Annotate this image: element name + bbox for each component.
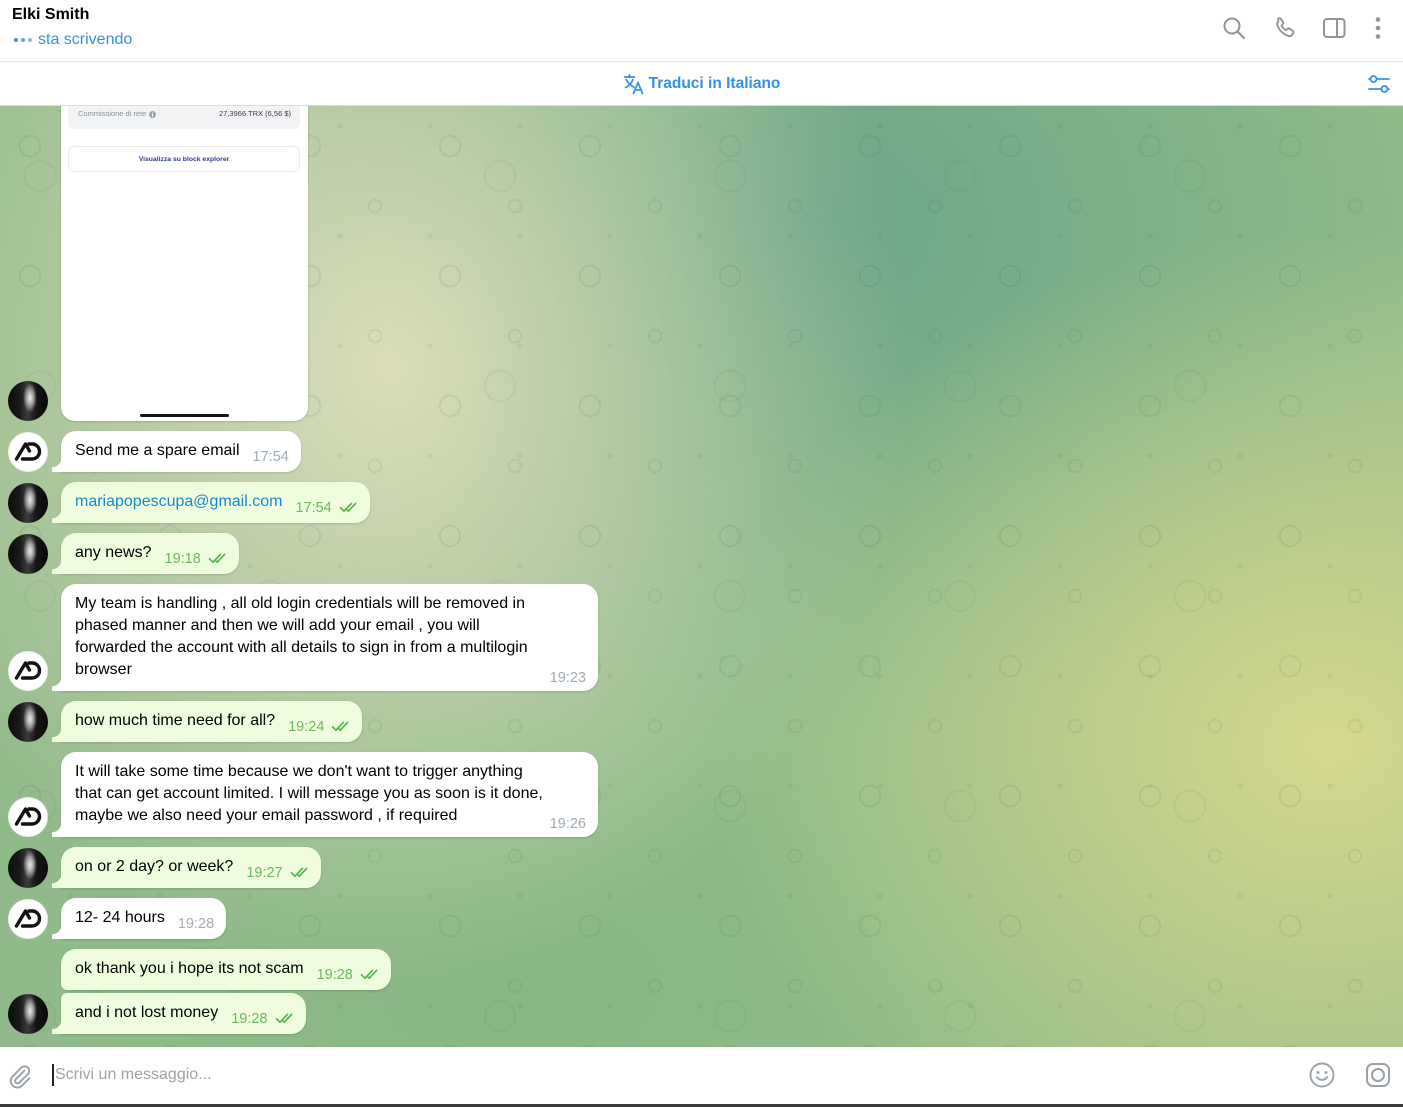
message-text: any news?: [75, 544, 152, 561]
message-row: It will take some time because we don't …: [0, 752, 598, 837]
message-text: Send me a spare email: [75, 442, 240, 459]
message-row: Commissione di rete 27,3966 TRX (6,56 $)…: [0, 106, 308, 421]
chat-history[interactable]: Commissione di rete 27,3966 TRX (6,56 $)…: [0, 106, 1403, 1047]
user-avatar[interactable]: [8, 702, 48, 742]
message-row: mariapopescupa@gmail.com 17:54: [0, 482, 370, 523]
user-avatar[interactable]: [8, 994, 48, 1034]
message-bubble-outgoing[interactable]: ok thank you i hope its not scam 19:28: [61, 949, 391, 990]
message-time: 19:23: [549, 670, 586, 686]
message-time: 19:28: [177, 916, 215, 932]
block-explorer-button: Visualizza su block explorer: [68, 146, 300, 172]
message-text: My team is handling , all old login cred…: [75, 595, 528, 678]
image-message[interactable]: Commissione di rete 27,3966 TRX (6,56 $)…: [61, 106, 308, 421]
message-text: on or 2 day? or week?: [75, 858, 234, 875]
message-bubble-outgoing[interactable]: on or 2 day? or week? 19:27: [52, 847, 321, 888]
user-avatar[interactable]: [8, 483, 48, 523]
chat-title[interactable]: Elki Smith: [12, 5, 89, 25]
search-icon[interactable]: [1220, 14, 1248, 42]
double-check-icon: [339, 502, 357, 513]
sidebar-toggle-icon[interactable]: [1320, 14, 1348, 42]
message-time: 17:54: [295, 500, 332, 516]
message-row: ok thank you i hope its not scam 19:28: [0, 949, 391, 990]
message-meta: 19:27: [246, 865, 312, 881]
message-meta: 17:54: [295, 500, 361, 516]
message-meta: 19:26: [550, 816, 586, 832]
message-row: how much time need for all? 19:24: [0, 701, 363, 742]
ad-logo-icon: [14, 442, 42, 461]
ad-logo-icon: [14, 807, 42, 826]
paperclip-icon[interactable]: [4, 1061, 34, 1091]
message-time: 19:24: [288, 719, 325, 735]
message-row: 12- 24 hours 19:28: [0, 898, 227, 939]
message-time: 19:27: [246, 865, 283, 881]
text-cursor: [52, 1064, 54, 1086]
message-time: 19:18: [164, 551, 201, 567]
ad-logo-icon: [14, 661, 42, 680]
message-time: 17:54: [252, 449, 289, 465]
message-time: 19:26: [549, 816, 586, 832]
message-meta: 19:28: [231, 1011, 297, 1027]
chat-status: sta scrivendo: [12, 30, 132, 50]
message-text: ok thank you i hope its not scam: [75, 960, 304, 977]
message-row: any news? 19:18: [0, 533, 239, 574]
contact-avatar[interactable]: [8, 797, 48, 837]
double-check-icon: [332, 721, 349, 732]
message-text: and i not lost money: [75, 1004, 219, 1021]
message-composer: [0, 1047, 1403, 1104]
message-meta: 19:18: [165, 551, 231, 567]
network-fee-value: 27,3966 TRX (6,56 $): [219, 109, 291, 118]
network-fee-label: Commissione di rete: [78, 109, 147, 118]
double-check-icon: [208, 553, 226, 564]
message-bubble-outgoing[interactable]: mariapopescupa@gmail.com 17:54: [52, 482, 370, 523]
message-time: 19:28: [316, 967, 353, 983]
translate-bar: Traduci in Italiano: [0, 62, 1403, 106]
contact-avatar[interactable]: [8, 651, 48, 691]
message-text: 12- 24 hours: [75, 909, 165, 926]
translate-icon: [623, 73, 643, 94]
translate-label: Traduci in Italiano: [648, 74, 781, 92]
phone-icon[interactable]: [1271, 14, 1299, 42]
translate-button[interactable]: Traduci in Italiano: [623, 73, 781, 95]
message-bubble-outgoing[interactable]: and i not lost money 19:28: [52, 993, 306, 1034]
message-row: and i not lost money 19:28: [0, 993, 306, 1034]
emoji-icon[interactable]: [1308, 1061, 1336, 1089]
message-input[interactable]: [55, 1063, 1275, 1087]
message-time: 19:28: [231, 1011, 268, 1027]
more-vertical-icon[interactable]: [1364, 14, 1392, 42]
ad-logo-icon: [14, 909, 42, 928]
message-meta: 19:24: [288, 719, 354, 735]
user-avatar[interactable]: [8, 381, 48, 421]
message-bubble-incoming[interactable]: 12- 24 hours 19:28: [51, 898, 227, 939]
message-meta: 19:28: [178, 916, 214, 932]
message-bubble-incoming[interactable]: My team is handling , all old login cred…: [52, 584, 598, 691]
double-check-icon: [290, 867, 308, 878]
message-bubble-incoming[interactable]: It will take some time because we don't …: [52, 752, 598, 837]
sliders-icon[interactable]: [1367, 73, 1391, 95]
message-row: My team is handling , all old login cred…: [0, 584, 598, 691]
contact-avatar[interactable]: [8, 899, 48, 939]
message-text: how much time need for all?: [75, 712, 276, 729]
message-meta: 19:28: [317, 967, 383, 983]
email-link[interactable]: mariapopescupa@gmail.com: [75, 493, 282, 510]
message-meta: 19:23: [550, 670, 586, 686]
message-meta: 17:54: [253, 449, 289, 465]
message-bubble-outgoing[interactable]: any news? 19:18: [52, 533, 239, 574]
home-indicator: [140, 414, 229, 417]
message-row: on or 2 day? or week? 19:27: [0, 847, 321, 888]
double-check-icon: [275, 1013, 292, 1024]
message-bubble-incoming[interactable]: Send me a spare email 17:54: [52, 431, 301, 472]
typing-indicator-icon: [14, 38, 32, 42]
typing-status-text: sta scrivendo: [38, 31, 133, 48]
message-row: Send me a spare email 17:54: [0, 431, 301, 472]
round-video-icon[interactable]: [1364, 1061, 1392, 1089]
contact-avatar[interactable]: [8, 432, 48, 472]
message-text: It will take some time because we don't …: [75, 763, 543, 824]
user-avatar[interactable]: [8, 848, 48, 888]
user-avatar[interactable]: [8, 534, 48, 574]
network-fee-row: Commissione di rete 27,3966 TRX (6,56 $): [68, 106, 300, 129]
info-icon: [149, 110, 157, 118]
chat-header: Elki Smith sta scrivendo: [0, 0, 1403, 62]
message-bubble-outgoing[interactable]: how much time need for all? 19:24: [51, 701, 363, 742]
double-check-icon: [360, 969, 378, 980]
